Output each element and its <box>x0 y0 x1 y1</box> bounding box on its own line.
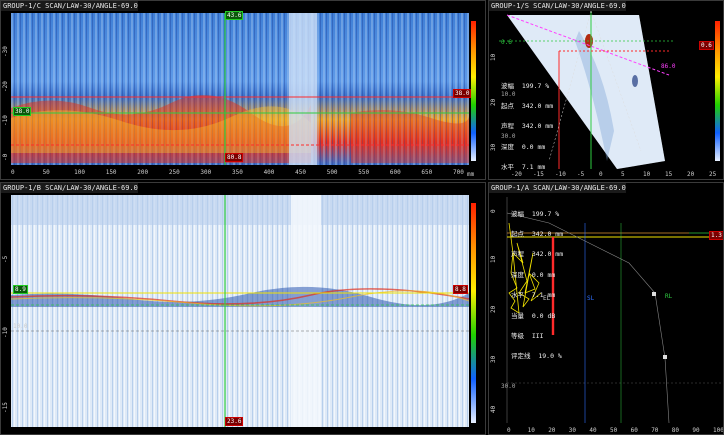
sscan-x-tick-3: -5 <box>577 171 585 178</box>
info-horizontal: 水平 7.1 mm <box>501 163 546 172</box>
ascan-rl-label: RL <box>665 293 673 300</box>
cscan-cursor-bottom-label: 80.8 <box>225 153 244 162</box>
info-depth: 深度 0.0 mm <box>501 142 546 151</box>
cscan-image[interactable] <box>11 13 469 165</box>
ascan-x-tick-5: 50 <box>610 427 618 434</box>
ainfo-start: 起点 342.0 mm <box>511 229 564 238</box>
bscan-y-tick-0: -5 <box>2 255 9 263</box>
cscan-x-tick-12: 600 <box>389 169 401 176</box>
ascan-x-tick-2: 20 <box>548 427 556 434</box>
cscan-colorbar <box>471 21 476 161</box>
bscan-depth-label: 10.0 <box>13 323 28 330</box>
bscan-image[interactable] <box>11 195 469 427</box>
cscan-x-tick-5: 250 <box>168 169 180 176</box>
sscan-x-tick-8: 20 <box>687 171 695 178</box>
ainfo-depth: 深度 0.0 mm <box>511 270 556 279</box>
cscan-x-tick-14: 700 <box>453 169 464 176</box>
cscan-x-tick-10: 500 <box>326 169 338 176</box>
cscan-x-tick-11: 550 <box>358 169 370 176</box>
cscan-cursor-left-label: 38.0 <box>13 107 32 116</box>
ascan-x-tick-7: 70 <box>651 427 659 434</box>
bscan-panel[interactable]: GROUP-1/B SCAN/LAW-30/ANGLE-69.0 8.9 10.… <box>0 182 486 435</box>
cscan-x-tick-8: 400 <box>263 169 275 176</box>
ascan-title: GROUP-1/A SCAN/LAW-30/ANGLE-69.0 <box>489 183 626 193</box>
ainfo-eval-line: 评定线 19.0 % <box>511 352 562 361</box>
bscan-cursor-left-label: 8.9 <box>13 285 28 294</box>
ascan-y-tick-3: 30 <box>490 355 497 363</box>
ascan-y-tick-0: 0 <box>490 209 497 213</box>
sscan-y-tick-0: 10 <box>490 53 497 61</box>
bscan-y-tick-1: -10 <box>2 327 9 338</box>
sscan-y-tick-1: 20 <box>490 98 497 106</box>
sscan-x-tick-0: -20 <box>511 171 522 178</box>
cscan-x-tick-6: 300 <box>200 169 212 176</box>
sscan-colorbar <box>715 21 720 161</box>
sscan-panel[interactable]: GROUP-1/S SCAN/LAW-30/ANGLE-69.0 86.0 0.… <box>488 0 724 180</box>
ascan-right-marker: 1.3 <box>709 231 723 240</box>
bscan-title: GROUP-1/B SCAN/LAW-30/ANGLE-69.0 <box>1 183 138 193</box>
cscan-title: GROUP-1/C SCAN/LAW-30/ANGLE-69.0 <box>1 1 138 11</box>
cscan-y-tick-1: -20 <box>2 80 9 92</box>
cscan-x-tick-0: 0 <box>11 169 15 176</box>
ainfo-equivalent: 当量 0.0 dB <box>511 311 556 320</box>
sscan-x-tick-2: -10 <box>555 171 566 178</box>
ascan-panel[interactable]: GROUP-1/A SCAN/LAW-30/ANGLE-69.0 EL SL R… <box>488 182 724 435</box>
bscan-colorbar <box>471 203 476 423</box>
sscan-y-tick-2: 30 <box>490 143 497 151</box>
sscan-x-tick-4: 0 <box>599 171 603 178</box>
cscan-x-tick-1: 50 <box>42 169 50 176</box>
bscan-cursor-bottom-label: 23.6 <box>225 417 244 426</box>
ascan-sl-label: SL <box>587 295 595 302</box>
ainfo-grade: 等级 III <box>511 331 544 340</box>
sscan-distance-label: 86.0 <box>661 63 676 70</box>
ainfo-horizontal: 水平 7.1 mm <box>511 291 556 300</box>
ascan-x-tick-3: 30 <box>568 427 577 434</box>
ascan-info-block: 波幅 199.7 % 起点 342.0 mm 声程 342.0 mm 深度 0.… <box>511 197 563 374</box>
ascan-y-tick-2: 20 <box>490 305 497 313</box>
cscan-x-tick-13: 650 <box>421 169 433 176</box>
ascan-x-tick-8: 80 <box>671 427 680 434</box>
ainfo-path: 声程 342.0 mm <box>511 250 564 259</box>
cscan-panel[interactable]: GROUP-1/C SCAN/LAW-30/ANGLE-69.0 43.6 38… <box>0 0 486 180</box>
ascan-x-tick-1: 10 <box>527 427 535 434</box>
ainfo-amplitude: 波幅 199.7 % <box>511 209 560 218</box>
ascan-x-tick-10: 100 <box>713 427 724 434</box>
cscan-cursor-top-label: 43.6 <box>225 11 244 20</box>
cscan-y-tick-0: -30 <box>2 46 9 57</box>
info-path: 声程 342.0 mm <box>501 122 554 131</box>
sscan-x-tick-7: 15 <box>665 171 673 178</box>
cscan-unit-label: mm <box>467 171 475 178</box>
bscan-y-tick-2: -15 <box>2 402 9 413</box>
ascan-y-tick-4: 40 <box>490 405 497 413</box>
ascan-depth-30: 30.0 <box>501 383 516 390</box>
cscan-x-tick-2: 100 <box>74 169 85 176</box>
sscan-title: GROUP-1/S SCAN/LAW-30/ANGLE-69.0 <box>489 1 626 11</box>
cscan-y-tick-2: -10 <box>2 115 9 127</box>
ascan-x-tick-4: 40 <box>589 427 597 434</box>
cscan-x-tick-7: 350 <box>232 169 243 176</box>
sscan-right-marker: 0.6 <box>699 41 714 50</box>
ascan-y-tick-1: 10 <box>490 255 497 263</box>
sscan-x-tick-6: 10 <box>643 171 651 178</box>
cscan-x-tick-4: 200 <box>137 169 149 176</box>
cscan-y-tick-3: -0 <box>2 153 9 161</box>
ascan-x-tick-9: 90 <box>692 427 700 434</box>
info-amplitude: 波幅 199.7 % <box>501 81 550 90</box>
sscan-info-block: 波幅 199.7 % 起点 342.0 mm 声程 342.0 mm 深度 0.… <box>501 69 554 179</box>
bscan-cursor-right-label: 8.8 <box>453 285 468 294</box>
cscan-cursor-right-label: 38.0 <box>453 89 472 98</box>
sscan-x-tick-5: 5 <box>621 171 625 178</box>
sscan-x-tick-1: -15 <box>533 171 544 178</box>
info-start: 起点 342.0 mm <box>501 101 554 110</box>
sscan-x-tick-9: 25 <box>709 171 717 178</box>
cscan-x-tick-9: 450 <box>295 169 306 176</box>
cscan-x-tick-3: 150 <box>105 169 117 176</box>
sscan-left-marker: 0.6 <box>501 39 512 46</box>
ascan-x-tick-6: 60 <box>630 427 638 434</box>
ascan-x-tick-0: 0 <box>507 427 511 434</box>
